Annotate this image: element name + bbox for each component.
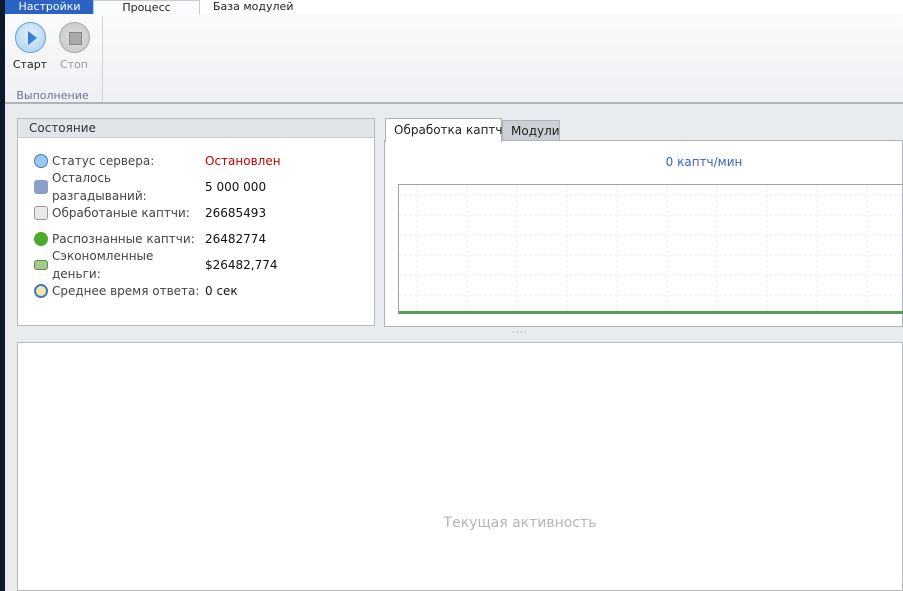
tab-captcha-processing[interactable]: Обработка каптч: [385, 118, 503, 142]
stop-label: Стоп: [59, 58, 88, 71]
activity-panel: [17, 342, 903, 591]
tab-modules[interactable]: Модули: [502, 120, 560, 141]
ribbon-tab-module-base[interactable]: База модулей: [205, 0, 301, 15]
server-status: Остановлен: [205, 154, 281, 168]
play-icon: [14, 22, 46, 53]
ribbon: [5, 14, 903, 104]
green-check-icon: [34, 232, 48, 246]
rate-chart: [398, 184, 903, 314]
group-divider: [102, 16, 103, 102]
document-lightning-icon: [34, 180, 48, 194]
group-label: Выполнение: [16, 89, 89, 102]
start-label: Старт: [12, 58, 48, 71]
money-row: Сэкономленные деньги: $26482,774: [34, 249, 278, 281]
ribbon-tab-process[interactable]: Процесс работы: [93, 0, 200, 27]
response-time-row: Среднее время ответа: 0 сек: [34, 282, 238, 300]
stop-icon: [58, 22, 90, 53]
processed-row: Обработаные каптчи: 26685493: [34, 204, 266, 222]
edit-check-icon: [34, 206, 48, 220]
chart-title: 0 каптч/мин: [665, 155, 743, 169]
stop-button[interactable]: Стоп: [54, 22, 94, 71]
splitter-handle[interactable]: ····: [512, 328, 527, 338]
state-title: Состояние: [18, 119, 374, 138]
state-panel: Состояние Статус сервера: Остановлен Оста…: [17, 118, 375, 326]
clock-icon: [34, 284, 48, 298]
activity-placeholder: Текущая активность: [443, 515, 597, 531]
money-icon: [34, 260, 48, 270]
remaining-row: Осталось разгадываний: 5 000 000: [34, 171, 266, 203]
ribbon-tab-settings[interactable]: Настройки: [5, 0, 94, 15]
start-button[interactable]: Старт: [10, 22, 50, 71]
recognized-row: Распознанные каптчи: 26482774: [34, 230, 266, 248]
status-row: Статус сервера: Остановлен: [34, 152, 281, 170]
play-status-icon: [34, 154, 48, 168]
